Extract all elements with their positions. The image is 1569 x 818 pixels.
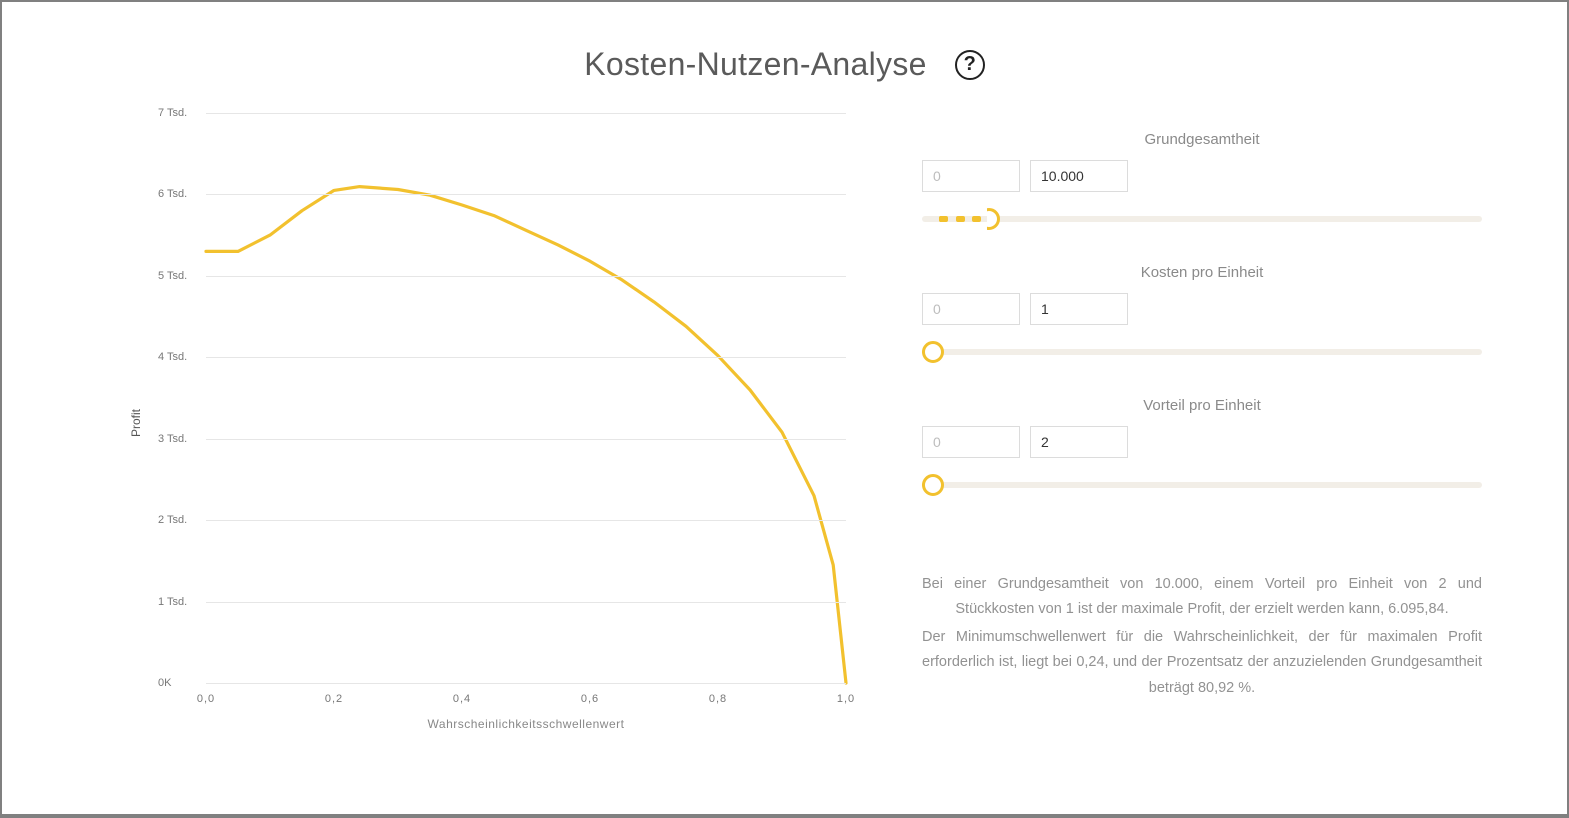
cost-control: Kosten pro Einheit (922, 264, 1482, 363)
summary-line-2: Der Minimumschwellenwert für die Wahrsch… (922, 625, 1482, 701)
gridline (206, 439, 846, 440)
x-tick-label: 0,0 (197, 693, 215, 705)
x-axis-label: Wahrscheinlichkeitsschwellenwert (428, 717, 625, 731)
population-max-input[interactable] (1030, 160, 1128, 192)
summary-line-1: Bei einer Grundgesamtheit von 10.000, ei… (922, 572, 1482, 623)
cost-slider-handle[interactable] (922, 341, 944, 363)
cost-value-input[interactable] (1030, 293, 1128, 325)
x-tick-label: 0,2 (325, 693, 343, 705)
benefit-min-input[interactable] (922, 426, 1020, 458)
controls-column: Grundgesamtheit Kosten pro Einheit (922, 103, 1482, 743)
population-min-input[interactable] (922, 160, 1020, 192)
gridline (206, 683, 846, 684)
y-tick-label: 0K (158, 677, 171, 689)
x-tick-label: 1,0 (837, 693, 855, 705)
benefit-control: Vorteil pro Einheit (922, 397, 1482, 496)
help-icon[interactable]: ? (955, 50, 985, 80)
y-tick-label: 1 Tsd. (158, 596, 187, 608)
cost-label: Kosten pro Einheit (922, 264, 1482, 281)
panel-header: Kosten-Nutzen-Analyse ? (2, 2, 1567, 93)
gridline (206, 113, 846, 114)
population-label: Grundgesamtheit (922, 131, 1482, 148)
population-range-slider[interactable] (922, 208, 1482, 230)
gridline (206, 520, 846, 521)
population-control: Grundgesamtheit (922, 131, 1482, 230)
x-tick-label: 0,6 (581, 693, 599, 705)
panel-content: Profit Wahrscheinlichkeitsschwellenwert … (2, 93, 1567, 743)
cost-slider[interactable] (922, 341, 1482, 363)
profit-chart: Profit Wahrscheinlichkeitsschwellenwert … (142, 103, 862, 743)
gridline (206, 602, 846, 603)
cost-benefit-panel: Kosten-Nutzen-Analyse ? Profit Wahrschei… (2, 2, 1567, 814)
benefit-slider[interactable] (922, 474, 1482, 496)
y-tick-label: 4 Tsd. (158, 351, 187, 363)
panel-title: Kosten-Nutzen-Analyse (584, 46, 926, 83)
x-tick-label: 0,8 (709, 693, 727, 705)
benefit-slider-handle[interactable] (922, 474, 944, 496)
gridline (206, 357, 846, 358)
x-tick-label: 0,4 (453, 693, 471, 705)
gridline (206, 194, 846, 195)
y-axis-label: Profit (129, 409, 143, 437)
benefit-value-input[interactable] (1030, 426, 1128, 458)
cost-min-input[interactable] (922, 293, 1020, 325)
y-tick-label: 6 Tsd. (158, 188, 187, 200)
plot-area: Wahrscheinlichkeitsschwellenwert 0K1 Tsd… (206, 113, 846, 683)
y-tick-label: 7 Tsd. (158, 107, 187, 119)
profit-curve (206, 113, 846, 683)
y-tick-label: 2 Tsd. (158, 514, 187, 526)
population-slider-low-handle[interactable] (929, 209, 949, 229)
benefit-label: Vorteil pro Einheit (922, 397, 1482, 414)
summary-text: Bei einer Grundgesamtheit von 10.000, ei… (922, 530, 1482, 703)
gridline (206, 276, 846, 277)
y-tick-label: 3 Tsd. (158, 433, 187, 445)
y-tick-label: 5 Tsd. (158, 270, 187, 282)
